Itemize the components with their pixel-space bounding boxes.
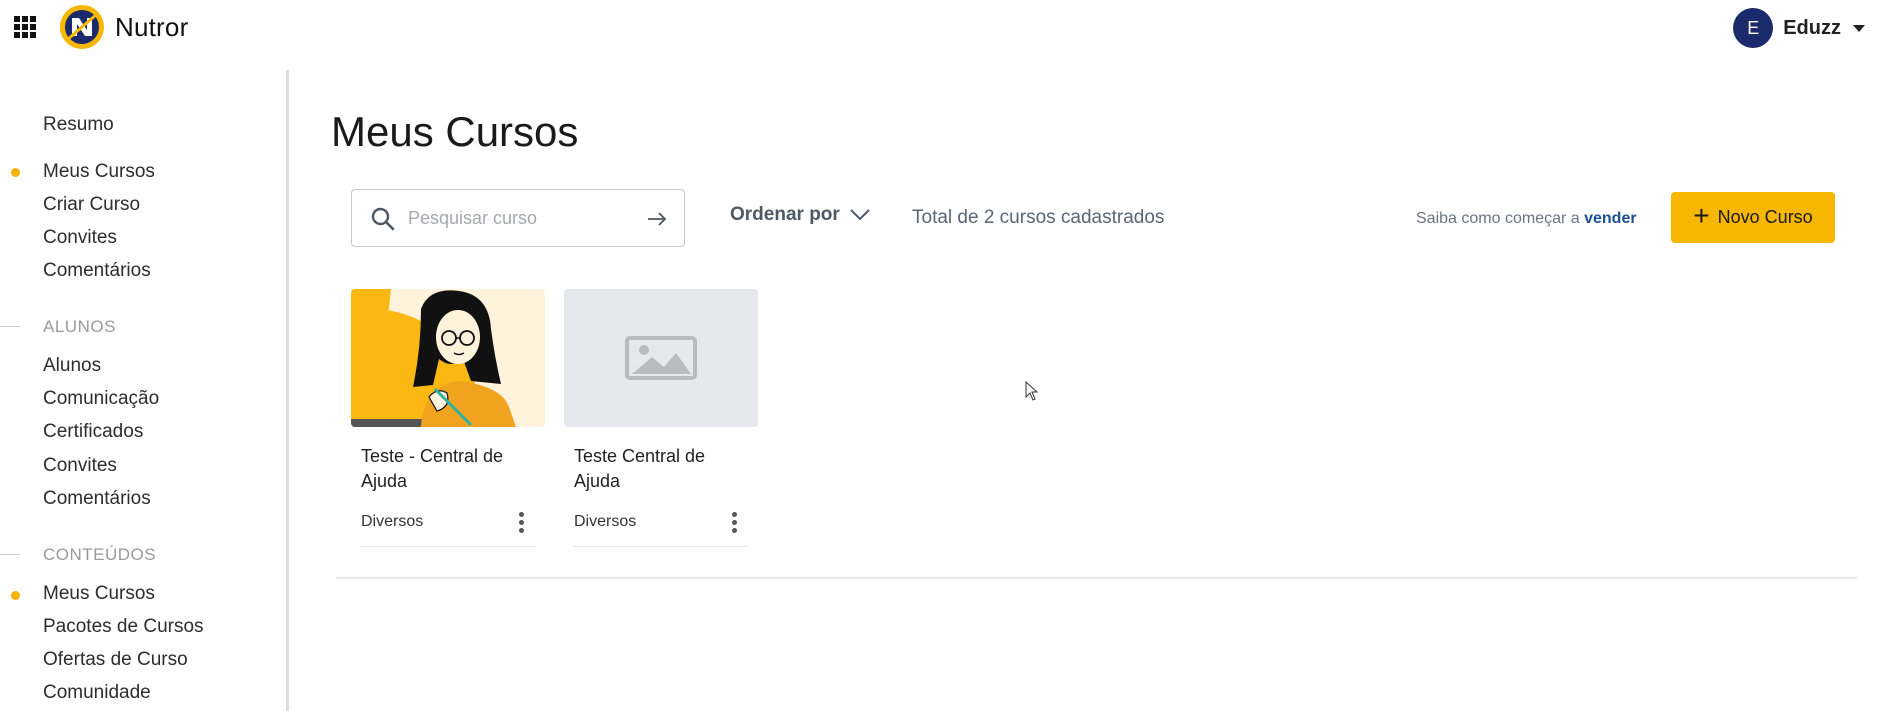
sidebar-item-comunidade[interactable]: Comunidade	[43, 682, 151, 704]
page-title: Meus Cursos	[331, 108, 579, 155]
sort-dropdown[interactable]: Ordenar por	[730, 204, 870, 226]
user-menu[interactable]: E Eduzz	[1733, 8, 1865, 48]
sidebar-item-comentarios-alunos[interactable]: Comentários	[43, 488, 151, 510]
more-options-icon[interactable]	[519, 512, 525, 534]
learn-to-sell-text: Saiba como começar a vender	[1416, 210, 1637, 228]
course-card[interactable]: Teste - Central de Ajuda Diversos	[351, 289, 545, 548]
course-category: Diversos	[361, 513, 424, 530]
active-indicator	[11, 168, 20, 177]
sidebar-item-comunicacao[interactable]: Comunicação	[43, 388, 159, 410]
top-bar: Nutror E Eduzz	[0, 0, 1883, 56]
user-name: Eduzz	[1783, 16, 1841, 39]
sidebar-item-meus-cursos[interactable]: Meus Cursos	[43, 161, 155, 183]
chevron-down-icon[interactable]	[1853, 24, 1865, 32]
course-card[interactable]: Teste Central de Ajuda Diversos	[564, 289, 758, 548]
chevron-down-icon	[850, 209, 870, 221]
nutror-logo[interactable]	[59, 4, 105, 50]
search-icon	[371, 207, 395, 231]
sidebar-item-pacotes-de-cursos[interactable]: Pacotes de Cursos	[43, 616, 204, 638]
sidebar: Resumo Meus Cursos Criar Curso Convites …	[0, 70, 289, 711]
active-indicator	[11, 591, 20, 600]
sidebar-item-convites-alunos[interactable]: Convites	[43, 455, 117, 477]
sidebar-item-criar-curso[interactable]: Criar Curso	[43, 194, 140, 216]
course-title[interactable]: Teste - Central de Ajuda	[361, 444, 537, 494]
mouse-cursor-icon	[1025, 381, 1039, 401]
card-divider	[574, 546, 748, 547]
new-course-label: Novo Curso	[1717, 207, 1813, 227]
total-courses-text: Total de 2 cursos cadastrados	[912, 207, 1165, 228]
illustration-woman-glasses	[351, 289, 545, 427]
learn-prefix: Saiba como começar a	[1416, 210, 1580, 227]
section-divider	[0, 326, 20, 327]
sidebar-item-certificados[interactable]: Certificados	[43, 421, 143, 443]
content-divider	[336, 577, 1857, 579]
section-title-alunos: ALUNOS	[43, 317, 116, 336]
course-category: Diversos	[574, 513, 637, 530]
image-placeholder-icon	[625, 336, 697, 380]
course-title[interactable]: Teste Central de Ajuda	[574, 444, 750, 494]
sidebar-item-convites[interactable]: Convites	[43, 227, 117, 249]
sidebar-item-comentarios[interactable]: Comentários	[43, 260, 151, 282]
section-title-conteudos: CONTEÚDOS	[43, 545, 157, 564]
course-thumbnail[interactable]	[351, 289, 545, 427]
learn-sell-link[interactable]: vender	[1584, 210, 1636, 227]
search-input[interactable]	[408, 202, 628, 234]
section-divider	[0, 554, 20, 555]
sidebar-item-alunos[interactable]: Alunos	[43, 355, 101, 377]
sidebar-item-conteudos-meus-cursos[interactable]: Meus Cursos	[43, 583, 155, 605]
sidebar-item-resumo[interactable]: Resumo	[43, 114, 114, 136]
card-divider	[361, 546, 535, 547]
more-options-icon[interactable]	[732, 512, 738, 534]
apps-grid-icon[interactable]	[14, 16, 36, 38]
avatar: E	[1733, 8, 1774, 48]
arrow-right-icon[interactable]	[646, 208, 668, 230]
search-box	[351, 189, 685, 247]
new-course-button[interactable]: + Novo Curso	[1671, 192, 1835, 243]
sort-label: Ordenar por	[730, 204, 840, 225]
course-thumbnail[interactable]	[564, 289, 758, 427]
app-name: Nutror	[115, 12, 189, 42]
plus-icon: +	[1693, 200, 1710, 231]
sidebar-item-ofertas-de-curso[interactable]: Ofertas de Curso	[43, 649, 188, 671]
